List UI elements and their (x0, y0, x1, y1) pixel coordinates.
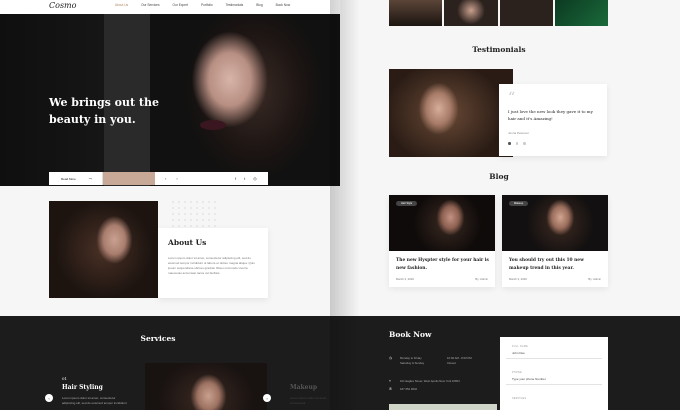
portfolio-thumb[interactable] (499, 0, 553, 26)
blog-card[interactable]: Hair Style The new Hyspter style for you… (389, 195, 495, 287)
blog-tag[interactable]: Hair Style (396, 201, 418, 206)
hero-image-detail (200, 120, 226, 130)
services-title: Services (140, 334, 176, 343)
nav-item-about[interactable]: About Us (115, 3, 128, 7)
service-next-title: Makeup (290, 384, 318, 391)
hero-bar-accent (103, 172, 155, 185)
services-section: Services 01 Hair Styling Lorem ipsum dol… (0, 316, 340, 410)
about-image (49, 201, 158, 298)
blog-post-title[interactable]: You should try out this 10 new makeup tr… (509, 257, 603, 273)
services-next-button[interactable]: › (263, 394, 271, 402)
instagram-icon[interactable]: ◎ (253, 176, 257, 181)
social-links: f t ◎ (235, 176, 257, 181)
field-value[interactable]: John Doe (512, 351, 525, 355)
hero-pager: ‹ › (165, 176, 178, 181)
blog-author: By: Admin (475, 277, 488, 281)
nav-item-blog[interactable]: Blog (256, 3, 262, 7)
services-prev-button[interactable]: ‹ (45, 394, 53, 402)
pager-dot[interactable] (508, 142, 511, 145)
facebook-icon[interactable]: f (235, 176, 236, 181)
location-icon: ⌖ (389, 379, 391, 383)
service-text: Lorem ipsum dolor sit amet, consectetur … (62, 396, 127, 405)
address-text: 101 Eagles Street, West Apollo New York … (400, 379, 460, 383)
about-text: Lorem ipsum dolor sit amet, consectetur … (168, 256, 255, 275)
portfolio-thumbnails (389, 0, 608, 26)
phone-text: 187 654 9632 (400, 387, 418, 391)
nav-item-book[interactable]: Book Now (276, 3, 291, 7)
service-number: 01 (62, 376, 68, 381)
pager-dot[interactable] (515, 142, 518, 145)
portfolio-thumb[interactable] (444, 0, 498, 26)
read-more-button[interactable]: Read More → (49, 172, 103, 185)
service-title: Hair Styling (62, 384, 103, 391)
right-page: Testimonials “ I just love the new look … (340, 0, 680, 410)
blog-meta: March 3, 2020 By: Admin (509, 277, 601, 281)
top-nav: Cosmo About Us Our Services Our Expert P… (0, 0, 340, 14)
blog-tag[interactable]: Makeup (509, 201, 529, 206)
clock-icon: ◷ (389, 356, 393, 360)
hero-image (150, 14, 340, 186)
nav-item-expert[interactable]: Our Expert (173, 3, 188, 7)
hero-title: We brings out the beauty in you. (49, 96, 159, 126)
nav-item-portfolio[interactable]: Portfolio (201, 3, 213, 7)
read-more-label: Read More (61, 176, 76, 181)
field-label: FULL NAME (512, 345, 529, 348)
next-slide-button[interactable]: › (176, 176, 177, 181)
blog-meta: March 3, 2020 By: Admin (396, 277, 488, 281)
portfolio-thumb[interactable] (554, 0, 608, 26)
hero-controls: Read More → ‹ › f t ◎ (49, 172, 268, 185)
services-field[interactable]: SERVICES (506, 393, 602, 410)
nav-item-testimonials[interactable]: Testimonials (226, 3, 244, 7)
about-card: About Us Lorem ipsum dolor sit amet, con… (158, 228, 268, 298)
phone-row: ✆ 187 654 9632 (389, 387, 417, 391)
about-title: About Us (168, 238, 207, 247)
nav-menu: About Us Our Services Our Expert Portfol… (115, 3, 290, 7)
page: Cosmo About Us Our Services Our Expert P… (0, 0, 680, 410)
blog-author: By: Admin (588, 277, 601, 281)
blog-card[interactable]: Makeup You should try out this 10 new ma… (502, 195, 608, 287)
testimonials-title: Testimonials (472, 45, 526, 54)
field-value[interactable]: Type your phone Number (512, 377, 546, 381)
dot-pattern (170, 199, 220, 229)
logo[interactable]: Cosmo (49, 1, 76, 10)
testimonial-quote: I just love the new look they gave it to… (508, 109, 593, 121)
location-map[interactable] (389, 404, 497, 410)
hero-section: We brings out the beauty in you. (0, 14, 340, 186)
testimonial-author: Jenna Peterson (508, 131, 530, 135)
testimonial-card: “ I just love the new look they gave it … (499, 84, 607, 156)
booking-form: FULL NAME John Doe PHONE Type your phone… (500, 337, 608, 410)
blog-title: Blog (489, 172, 509, 181)
hours-row: ◷ Monday to Friday Saturday & Sunday (389, 356, 444, 366)
page-fold-shadow (330, 0, 360, 410)
field-label: PHONE (512, 371, 523, 374)
blog-date: March 3, 2020 (509, 277, 527, 281)
nav-item-services[interactable]: Our Services (141, 3, 159, 7)
arrow-right-icon: → (88, 176, 92, 181)
testimonial-pager (508, 142, 526, 145)
portfolio-thumb[interactable] (389, 0, 443, 26)
hours-times: 10:00 AM - 8:00 PM Closed (447, 356, 472, 365)
hours-label: Monday to Friday Saturday & Sunday (400, 356, 425, 365)
quote-icon: “ (508, 90, 516, 106)
blog-date: March 3, 2020 (396, 277, 414, 281)
full-name-field[interactable]: FULL NAME John Doe (506, 341, 602, 359)
blog-post-title[interactable]: The new Hyspter style for your hair is n… (396, 257, 490, 273)
twitter-icon[interactable]: t (244, 176, 245, 181)
prev-slide-button[interactable]: ‹ (165, 176, 166, 181)
field-label: SERVICES (512, 397, 527, 400)
left-page: Cosmo About Us Our Services Our Expert P… (0, 0, 340, 410)
phone-icon: ✆ (389, 387, 392, 391)
phone-field[interactable]: PHONE Type your phone Number (506, 367, 602, 385)
pager-dot[interactable] (523, 142, 526, 145)
address-row: ⌖ 101 Eagles Street, West Apollo New Yor… (389, 379, 460, 383)
service-image (145, 363, 267, 410)
testimonial-image (389, 69, 513, 157)
book-now-title: Book Now (389, 330, 432, 339)
